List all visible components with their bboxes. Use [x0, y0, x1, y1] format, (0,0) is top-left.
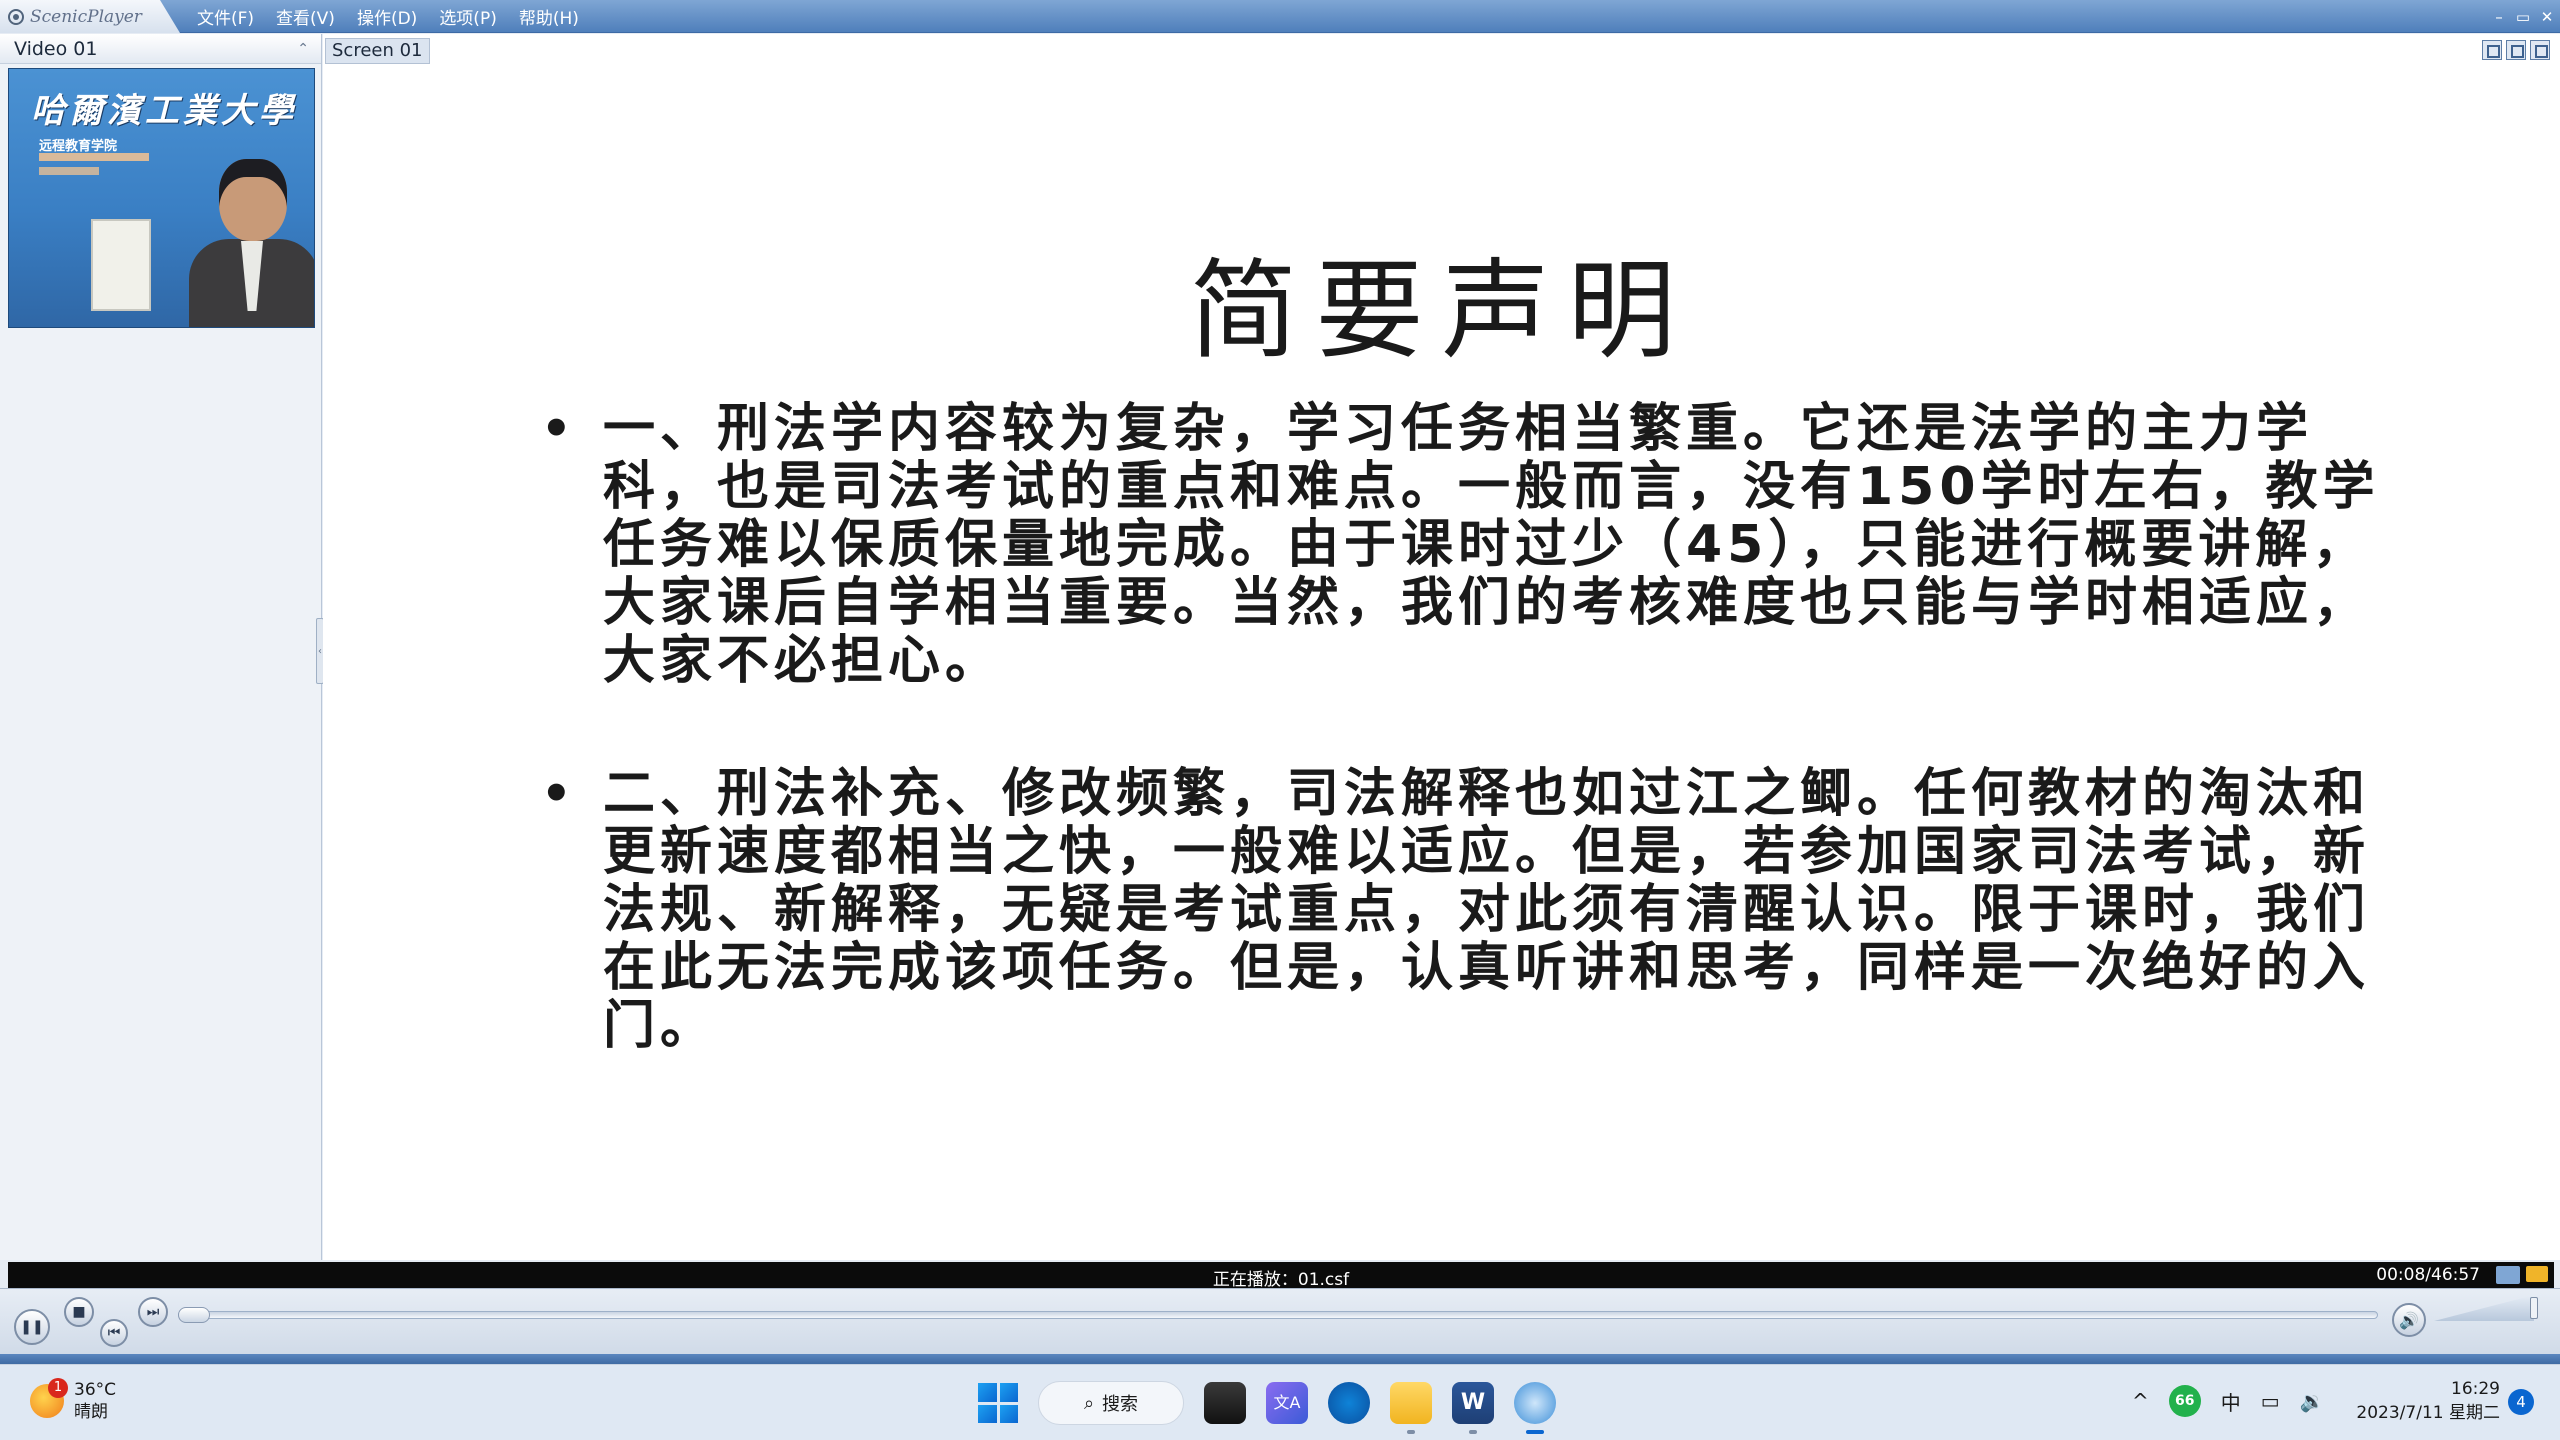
tab-screen-01[interactable]: Screen 01: [325, 38, 430, 64]
weather-temp: 36°C: [74, 1380, 117, 1400]
scenicplayer-app-icon[interactable]: [1514, 1382, 1556, 1434]
lecturer-head: [219, 159, 287, 241]
weather-widget[interactable]: 1 36°C 晴朗: [30, 1378, 116, 1423]
taskbar: 1 36°C 晴朗 ⌕ 搜索 文A W ^ 66 中 ▭ 🔉 16:29 202…: [0, 1364, 2560, 1440]
video-caption-bar: [39, 153, 149, 161]
video-banner-text: 哈爾濱工業大學: [31, 91, 297, 131]
monitor-graphic: [91, 219, 151, 311]
translator-app-icon[interactable]: 文A: [1266, 1382, 1308, 1424]
notification-badge[interactable]: 4: [2508, 1389, 2534, 1415]
video-panel-title: Video 01: [14, 37, 98, 60]
previous-button[interactable]: ⏮: [100, 1319, 128, 1347]
start-button[interactable]: [978, 1383, 1018, 1423]
network-icon[interactable]: ▭: [2261, 1389, 2280, 1413]
playback-time: 00:08/46:57: [2376, 1265, 2480, 1285]
screen-panel: Screen 01 简要声明 • 一、刑法学内容较为复杂，学习任务相当繁重。它还…: [323, 34, 2560, 1260]
controlbar-footer: [0, 1354, 2560, 1364]
bullet-icon: •: [541, 766, 577, 822]
collapse-icon[interactable]: ⌃: [297, 41, 309, 57]
task-view-icon[interactable]: [1204, 1382, 1246, 1424]
chevron-up-icon[interactable]: ^: [2132, 1389, 2149, 1413]
menu-help[interactable]: 帮助(H): [508, 4, 590, 29]
app-logo-icon: [8, 8, 24, 25]
search-label: 搜索: [1102, 1394, 1139, 1415]
ime-indicator[interactable]: 中: [2221, 1387, 2241, 1416]
playback-controls: ❚❚ ■ ⏮ ⏭ 🔊: [0, 1288, 2560, 1364]
menu-operate[interactable]: 操作(D): [346, 4, 428, 29]
volume-level: [2434, 1295, 2534, 1321]
now-playing-text: 正在播放：01.csf: [1212, 1270, 1350, 1290]
tray-app-icon[interactable]: 66: [2168, 1385, 2201, 1417]
open-folder-icon[interactable]: [2526, 1266, 2548, 1282]
weather-condition: 晴朗: [74, 1402, 108, 1422]
slide-bullet: • 二、刑法补充、修改频繁，司法解释也如过江之鲫。任何教材的淘汰和更新速度都相当…: [541, 764, 2423, 1056]
volume-slider[interactable]: [2434, 1295, 2538, 1321]
search-icon: ⌕: [1083, 1392, 1095, 1414]
slide-bullet: • 一、刑法学内容较为复杂，学习任务相当繁重。它还是法学的主力学科，也是司法考试…: [541, 399, 2423, 691]
view-normal-icon[interactable]: [2482, 40, 2502, 60]
close-button[interactable]: ✕: [2538, 8, 2556, 26]
slide-bullet-text: 一、刑法学内容较为复杂，学习任务相当繁重。它还是法学的主力学科，也是司法考试的重…: [603, 399, 2380, 691]
weather-badge: 1: [48, 1378, 68, 1398]
menu-options[interactable]: 选项(P): [428, 4, 508, 29]
pause-button[interactable]: ❚❚: [14, 1309, 50, 1345]
video-panel-header: Video 01 ⌃: [0, 34, 321, 64]
weather-text: 36°C 晴朗: [74, 1379, 116, 1423]
next-button[interactable]: ⏭: [138, 1297, 168, 1327]
bullet-icon: •: [541, 401, 577, 457]
video-subtitle: 远程教育学院: [39, 139, 118, 154]
app-logo: ScenicPlayer: [0, 0, 180, 33]
stop-button[interactable]: ■: [64, 1297, 94, 1327]
clock-date: 2023/7/11 星期二: [2356, 1403, 2500, 1423]
view-fit-icon[interactable]: [2506, 40, 2526, 60]
record-icon[interactable]: [2496, 1266, 2520, 1284]
window-controls: – ▭ ✕: [2490, 0, 2556, 33]
view-fullscreen-icon[interactable]: [2530, 40, 2550, 60]
view-mode-icons: [2482, 40, 2550, 60]
restore-button[interactable]: ▭: [2514, 8, 2532, 26]
menu-bar: 文件(F) 查看(V) 操作(D) 选项(P) 帮助(H): [186, 0, 590, 33]
file-explorer-icon[interactable]: [1390, 1382, 1432, 1434]
menu-file[interactable]: 文件(F): [186, 4, 265, 29]
menu-view[interactable]: 查看(V): [265, 4, 346, 29]
video-caption-bar: [39, 167, 99, 175]
system-tray: ^ 66 中 ▭ 🔉: [2132, 1379, 2325, 1423]
volume-icon[interactable]: 🔊: [2392, 1303, 2426, 1337]
taskbar-apps: ⌕ 搜索 文A W: [978, 1375, 1556, 1434]
seek-bar[interactable]: [178, 1311, 2378, 1319]
word-app-icon[interactable]: W: [1452, 1382, 1494, 1434]
status-bar: 正在播放：01.csf 00:08/46:57: [8, 1262, 2554, 1290]
edge-browser-icon[interactable]: [1328, 1382, 1370, 1424]
speaker-icon[interactable]: 🔉: [2300, 1389, 2325, 1413]
volume-knob[interactable]: [2530, 1297, 2538, 1319]
seek-thumb[interactable]: [178, 1307, 210, 1323]
slide-bullet-text: 二、刑法补充、修改频繁，司法解释也如过江之鲫。任何教材的淘汰和更新速度都相当之快…: [603, 764, 2371, 1056]
clock-time: 16:29: [2451, 1379, 2500, 1399]
minimize-button[interactable]: –: [2490, 8, 2508, 26]
video-panel: Video 01 ⌃ 哈爾濱工業大學 远程教育学院: [0, 34, 322, 1260]
app-name: ScenicPlayer: [30, 6, 142, 27]
slide-title: 简要声明: [1189, 249, 1694, 374]
sun-icon: 1: [30, 1378, 68, 1418]
taskbar-search[interactable]: ⌕ 搜索: [1038, 1381, 1184, 1425]
lecture-video[interactable]: 哈爾濱工業大學 远程教育学院: [8, 68, 315, 328]
system-clock[interactable]: 16:29 2023/7/11 星期二: [2350, 1377, 2500, 1425]
title-bar: ScenicPlayer 文件(F) 查看(V) 操作(D) 选项(P) 帮助(…: [0, 0, 2560, 33]
